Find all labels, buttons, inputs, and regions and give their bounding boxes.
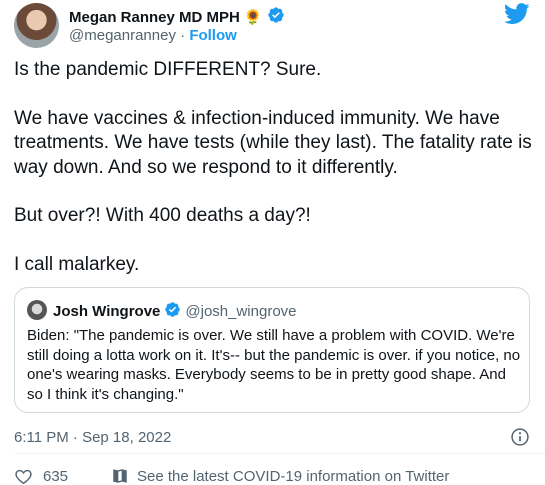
author-name[interactable]: Megan Ranney MD MPH — [69, 9, 240, 26]
sunflower-emoji: 🌻 — [243, 9, 263, 26]
like-button[interactable]: 635 — [14, 467, 68, 485]
tweet-paragraph: We have vaccines & infection-induced imm… — [14, 107, 532, 178]
follow-button[interactable]: Follow — [189, 27, 237, 44]
tweet-paragraph: But over?! With 400 deaths a day?! — [14, 205, 311, 226]
quoted-tweet-text: Biden: "The pandemic is over. We still h… — [27, 327, 521, 403]
quoted-tweet-card[interactable]: Josh Wingrove @josh_wingrove Biden: "The … — [14, 287, 530, 413]
covid-info-link[interactable]: See the latest COVID-19 information on T… — [111, 467, 449, 485]
info-icon[interactable] — [510, 427, 530, 447]
quoted-author-row: Josh Wingrove @josh_wingrove — [53, 301, 297, 320]
author-handle[interactable]: @meganranney — [69, 27, 176, 44]
author-avatar[interactable] — [14, 3, 59, 48]
covid-info-text: See the latest COVID-19 information on T… — [137, 467, 450, 485]
like-count: 635 — [43, 468, 69, 485]
tweet-timestamp[interactable]: 6:11 PM · Sep 18, 2022 — [14, 429, 171, 446]
covid-info-icon — [113, 469, 127, 483]
actions-divider — [14, 453, 545, 454]
tweet-paragraph: I call malarkey. — [14, 253, 140, 275]
twitter-bird-icon[interactable] — [504, 3, 530, 25]
tweet-actions: 635 See the latest COVID-19 information … — [14, 467, 534, 485]
tweet-header: Megan Ranney MD MPH 🌻 @meganranney · Foll… — [14, 3, 534, 49]
quoted-author-avatar — [27, 300, 47, 320]
verified-badge-icon — [165, 302, 181, 317]
separator-dot: · — [180, 27, 186, 44]
verified-badge-icon — [267, 7, 284, 23]
tweet-body: Is the pandemic DIFFERENT? Sure. We have… — [14, 58, 534, 277]
author-name-row[interactable]: Megan Ranney MD MPH 🌻 — [69, 6, 285, 26]
heart-icon — [15, 469, 32, 485]
author-subline: @meganranney · Follow — [69, 27, 237, 44]
quoted-author-handle: @josh_wingrove — [185, 303, 297, 320]
quoted-author-name: Josh Wingrove — [53, 303, 161, 320]
tweet-paragraph: Is the pandemic DIFFERENT? Sure. — [14, 59, 322, 80]
